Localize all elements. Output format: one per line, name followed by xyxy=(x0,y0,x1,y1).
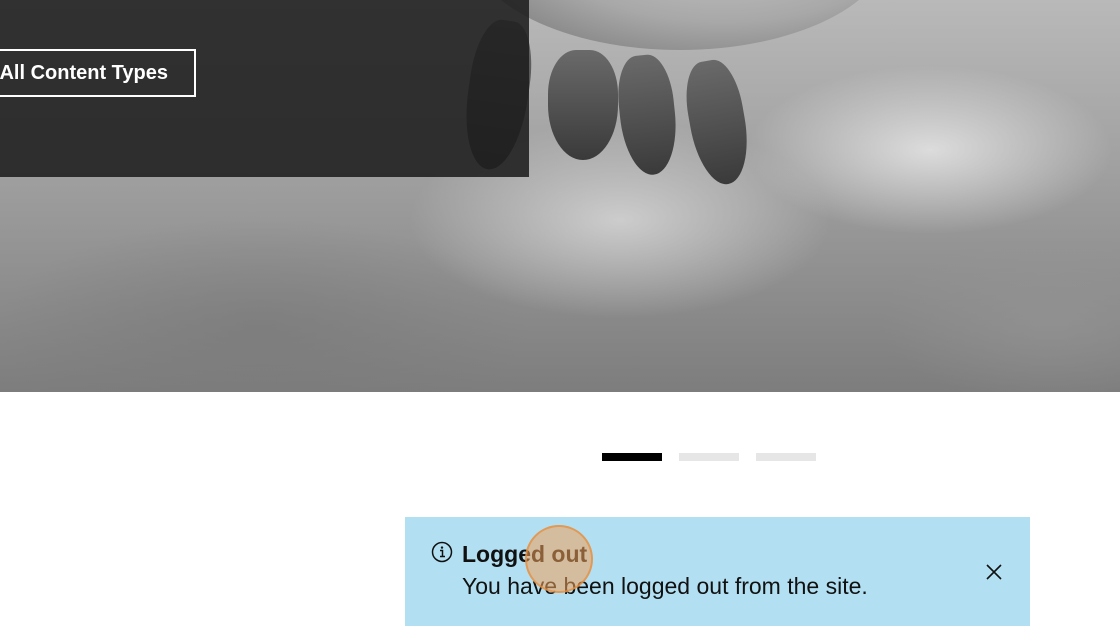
page: All Content Types Logged out You have be… xyxy=(0,0,1120,626)
close-icon[interactable] xyxy=(983,561,1005,583)
slide-indicator-2[interactable] xyxy=(679,453,739,461)
hero-overlay-panel: All Content Types xyxy=(0,0,529,177)
logout-notification: Logged out You have been logged out from… xyxy=(405,517,1030,626)
hero-image-detail xyxy=(548,50,618,160)
all-content-types-button[interactable]: All Content Types xyxy=(0,49,196,97)
slide-indicator-3[interactable] xyxy=(756,453,816,461)
slide-indicator-1[interactable] xyxy=(602,453,662,461)
notification-title: Logged out xyxy=(462,541,588,567)
slider-pagination xyxy=(602,453,816,461)
hero-image-detail xyxy=(613,52,682,178)
notification-message: You have been logged out from the site. xyxy=(462,573,868,599)
info-circle-icon xyxy=(431,541,453,563)
hero-image-subject xyxy=(470,0,890,50)
hero-banner: All Content Types xyxy=(0,0,1120,392)
hero-image-detail xyxy=(679,56,756,189)
